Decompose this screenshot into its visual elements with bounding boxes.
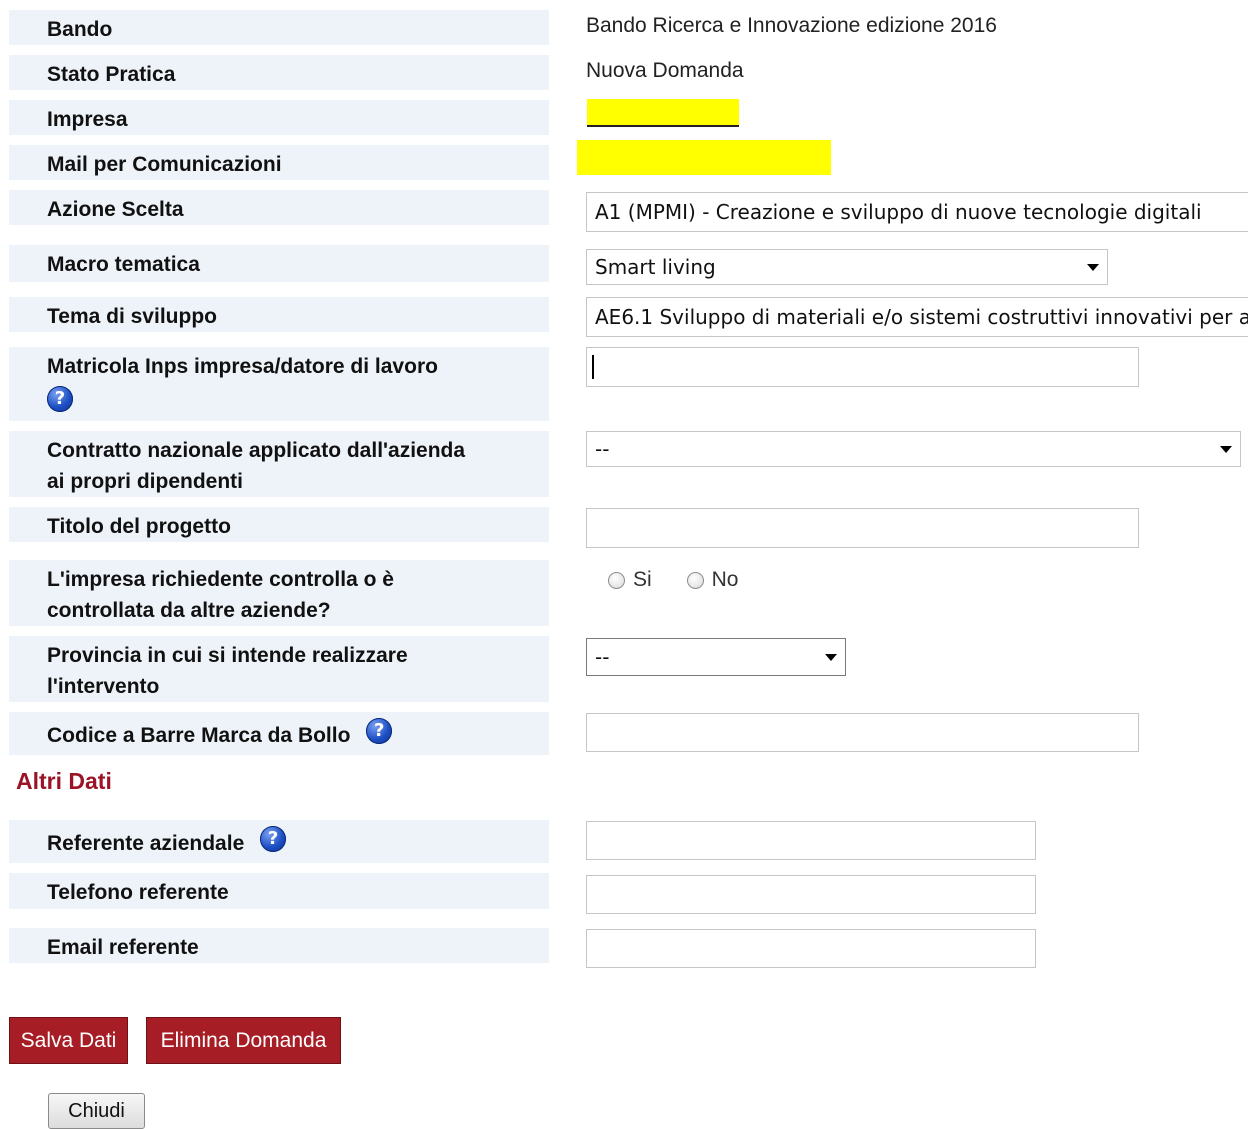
label-controllata-line1: L'impresa richiedente controlla o è [47,568,394,591]
macro-select[interactable]: Smart living [586,249,1108,285]
tema-field[interactable]: AE6.1 Sviluppo di materiali e/o sistemi … [586,297,1248,337]
label-stato-pratica-text: Stato Pratica [47,63,176,86]
titolo-input[interactable] [586,508,1139,548]
label-titolo: Titolo del progetto [9,507,549,542]
macro-value: Smart living [595,255,716,279]
label-provincia: Provincia in cui si intende realizzare l… [9,636,549,702]
label-provincia-line2: l'intervento [47,675,160,698]
label-referente-text: Referente aziendale [47,832,245,855]
radio-si[interactable] [608,571,625,589]
radio-no-label: No [711,568,739,591]
chevron-down-icon [1087,263,1099,271]
label-provincia-line1: Provincia in cui si intende realizzare [47,644,408,667]
mail-redaction [577,140,831,175]
referente-input[interactable] [586,821,1036,860]
label-titolo-text: Titolo del progetto [47,515,231,538]
impresa-underline [587,125,739,127]
radio-si-label: Si [633,568,652,591]
label-email: Email referente [9,928,549,963]
value-stato-pratica: Nuova Domanda [586,59,744,82]
label-matricola-text: Matricola Inps impresa/datore di lavoro [47,355,438,378]
azione-value: A1 (MPMI) - Creazione e sviluppo di nuov… [595,200,1202,224]
impresa-redaction [587,99,739,125]
delete-application-button[interactable]: Elimina Domanda [146,1017,341,1064]
bollo-input[interactable] [586,713,1139,752]
controllata-radio-group: Si No [608,568,738,592]
label-stato-pratica: Stato Pratica [9,55,549,90]
label-contratto: Contratto nazionale applicato dall'azien… [9,431,549,497]
label-contratto-line1: Contratto nazionale applicato dall'azien… [47,439,466,462]
help-icon[interactable] [47,386,73,413]
section-title-altri-dati: Altri Dati [16,768,112,794]
label-azione: Azione Scelta [9,190,549,225]
contratto-value: -- [595,437,610,461]
telefono-input[interactable] [586,875,1036,914]
label-telefono: Telefono referente [9,873,549,909]
label-email-text: Email referente [47,936,199,959]
label-bollo: Codice a Barre Marca da Bollo [9,712,549,755]
radio-no[interactable] [686,571,704,589]
label-controllata: L'impresa richiedente controlla o è cont… [9,560,549,626]
label-tema: Tema di sviluppo [9,297,549,332]
label-contratto-line2: ai propri dipendenti [47,470,244,493]
chevron-down-icon [825,653,837,661]
close-button[interactable]: Chiudi [48,1093,145,1129]
chevron-down-icon [1220,445,1232,453]
email-input[interactable] [586,929,1036,968]
text-cursor [592,355,594,379]
label-bando-text: Bando [47,18,113,41]
label-tema-text: Tema di sviluppo [47,305,217,328]
value-bando: Bando Ricerca e Innovazione edizione 201… [586,14,997,37]
label-mail: Mail per Comunicazioni [9,145,549,180]
label-azione-text: Azione Scelta [47,198,184,221]
matricola-input[interactable] [586,347,1139,387]
provincia-value: -- [595,645,610,669]
label-telefono-text: Telefono referente [47,881,229,904]
provincia-select[interactable]: -- [586,638,846,676]
azione-field[interactable]: A1 (MPMI) - Creazione e sviluppo di nuov… [586,192,1248,232]
label-macro-text: Macro tematica [47,253,200,276]
label-mail-text: Mail per Comunicazioni [47,153,282,176]
save-button[interactable]: Salva Dati [9,1017,128,1064]
label-controllata-line2: controllata da altre aziende? [47,599,331,622]
label-impresa: Impresa [9,100,549,135]
label-impresa-text: Impresa [47,108,128,131]
help-icon[interactable] [260,826,287,853]
label-bollo-text: Codice a Barre Marca da Bollo [47,724,351,747]
label-bando: Bando [9,10,549,45]
help-icon[interactable] [366,718,393,745]
label-matricola: Matricola Inps impresa/datore di lavoro [9,347,549,421]
tema-value: AE6.1 Sviluppo di materiali e/o sistemi … [595,305,1248,329]
contratto-select[interactable]: -- [586,431,1241,467]
label-macro: Macro tematica [9,245,549,282]
label-referente: Referente aziendale [9,820,549,863]
